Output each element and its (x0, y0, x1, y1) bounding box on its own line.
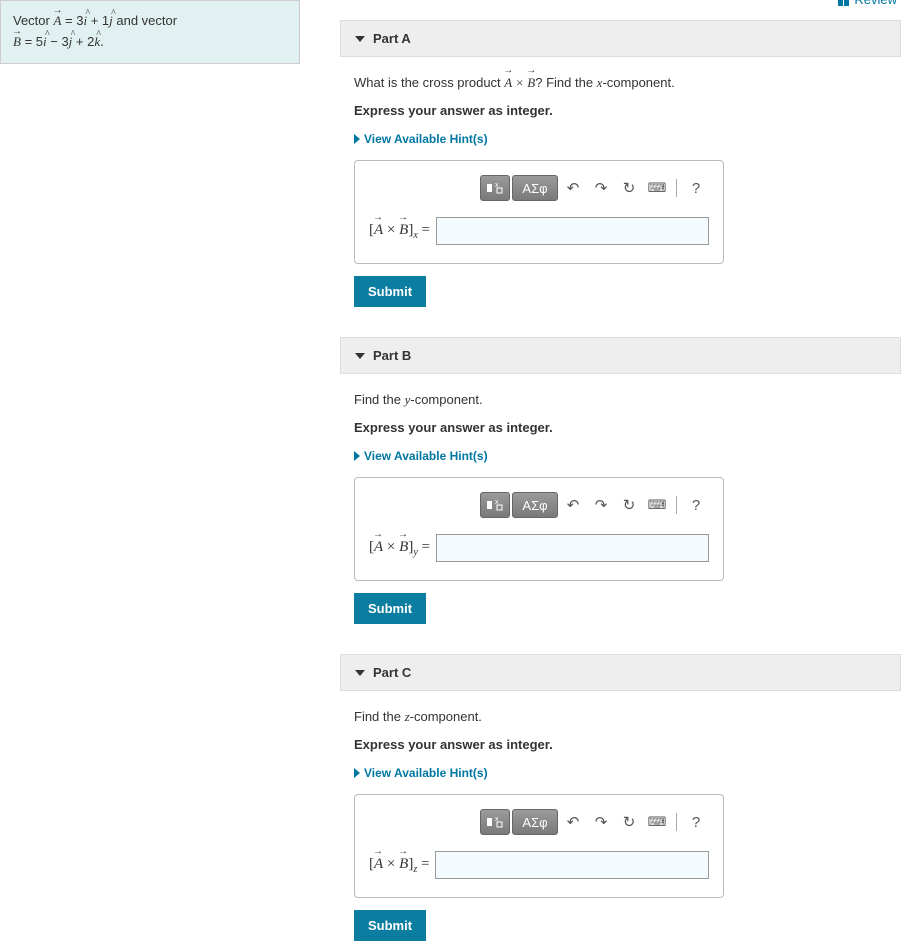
keyboard-button[interactable]: ⌨ (644, 809, 670, 835)
submit-button[interactable]: Submit (354, 910, 426, 941)
undo-button[interactable]: ↶ (560, 175, 586, 201)
reset-button[interactable]: ↻ (616, 492, 642, 518)
help-button[interactable]: ? (683, 809, 709, 835)
toolbar: x ΑΣφ ↶ ↷ ↻ ⌨ ? (369, 175, 709, 201)
flag-icon (838, 0, 850, 6)
chevron-right-icon (354, 768, 360, 778)
chevron-down-icon (355, 670, 365, 676)
redo-button[interactable]: ↷ (588, 809, 614, 835)
greek-button[interactable]: ΑΣφ (512, 809, 558, 835)
redo-button[interactable]: ↷ (588, 175, 614, 201)
template-button[interactable]: x (480, 492, 510, 518)
template-icon: x (486, 181, 504, 195)
part-title: Part B (373, 348, 411, 363)
instruction: Express your answer as integer. (354, 420, 887, 435)
answer-label: [A × B]x = (369, 222, 430, 241)
unit-j: j (69, 34, 73, 49)
chevron-right-icon (354, 134, 360, 144)
vector-a: A (53, 13, 61, 28)
view-hints-link[interactable]: View Available Hint(s) (354, 132, 887, 146)
submit-button[interactable]: Submit (354, 276, 426, 307)
undo-button[interactable]: ↶ (560, 492, 586, 518)
answer-box: x ΑΣφ ↶ ↷ ↻ ⌨ ? [A × B]y = (354, 477, 724, 581)
template-icon: x (486, 815, 504, 829)
chevron-down-icon (355, 36, 365, 42)
view-hints-link[interactable]: View Available Hint(s) (354, 449, 887, 463)
part-title: Part A (373, 31, 411, 46)
help-button[interactable]: ? (683, 175, 709, 201)
template-icon: x (486, 498, 504, 512)
reset-button[interactable]: ↻ (616, 175, 642, 201)
part-a-body: What is the cross product A × B? Find th… (340, 57, 901, 317)
keyboard-button[interactable]: ⌨ (644, 492, 670, 518)
submit-button[interactable]: Submit (354, 593, 426, 624)
vector-b: B (13, 34, 21, 49)
template-button[interactable]: x (480, 175, 510, 201)
greek-button[interactable]: ΑΣφ (512, 175, 558, 201)
greek-button[interactable]: ΑΣφ (512, 492, 558, 518)
keyboard-button[interactable]: ⌨ (644, 175, 670, 201)
prompt: What is the cross product A × B? Find th… (354, 75, 887, 91)
prompt: Find the z-component. (354, 709, 887, 725)
unit-j: j (109, 13, 113, 28)
part-c-header[interactable]: Part C (340, 654, 901, 691)
answer-label: [A × B]z = (369, 856, 429, 875)
answer-box: x ΑΣφ ↶ ↷ ↻ ⌨ ? [A × B]x = (354, 160, 724, 264)
part-b-header[interactable]: Part B (340, 337, 901, 374)
instruction: Express your answer as integer. (354, 737, 887, 752)
answer-input[interactable] (436, 534, 709, 562)
toolbar: x ΑΣφ ↶ ↷ ↻ ⌨ ? (369, 492, 709, 518)
template-button[interactable]: x (480, 809, 510, 835)
toolbar: x ΑΣφ ↶ ↷ ↻ ⌨ ? (369, 809, 709, 835)
part-b-body: Find the y-component. Express your answe… (340, 374, 901, 634)
view-hints-link[interactable]: View Available Hint(s) (354, 766, 887, 780)
problem-statement: Vector A = 3i + 1j and vector B = 5i − 3… (0, 0, 300, 64)
part-c-body: Find the z-component. Express your answe… (340, 691, 901, 951)
chevron-right-icon (354, 451, 360, 461)
answer-input[interactable] (435, 851, 709, 879)
chevron-down-icon (355, 353, 365, 359)
unit-k: k (94, 34, 100, 49)
part-a-header[interactable]: Part A (340, 20, 901, 57)
redo-button[interactable]: ↷ (588, 492, 614, 518)
review-link[interactable]: Review (838, 0, 897, 7)
help-button[interactable]: ? (683, 492, 709, 518)
reset-button[interactable]: ↻ (616, 809, 642, 835)
unit-i: i (83, 13, 87, 28)
undo-button[interactable]: ↶ (560, 809, 586, 835)
part-title: Part C (373, 665, 411, 680)
answer-label: [A × B]y = (369, 539, 430, 558)
prompt: Find the y-component. (354, 392, 887, 408)
instruction: Express your answer as integer. (354, 103, 887, 118)
unit-i: i (43, 34, 47, 49)
answer-input[interactable] (436, 217, 709, 245)
answer-box: x ΑΣφ ↶ ↷ ↻ ⌨ ? [A × B]z = (354, 794, 724, 898)
